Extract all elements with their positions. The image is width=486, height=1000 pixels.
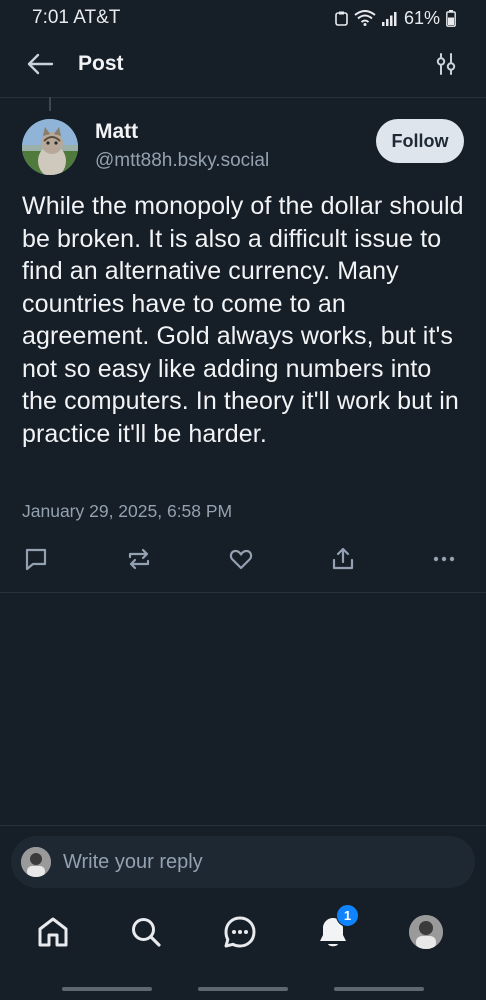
reply-composer[interactable]: Write your reply [11, 836, 475, 888]
gesture-bar-left [62, 987, 152, 991]
status-icons: 61% [335, 8, 456, 29]
post-header: Post [0, 36, 486, 92]
nav-profile[interactable] [406, 912, 446, 952]
home-icon [38, 917, 68, 947]
thread-settings-button[interactable] [428, 46, 464, 82]
cat-avatar-image [22, 119, 78, 175]
chat-icon [224, 916, 256, 948]
author-name[interactable]: Matt [95, 120, 138, 144]
thread-connector-line [49, 97, 51, 111]
nav-notifications[interactable]: 1 [313, 904, 359, 952]
share-button[interactable] [327, 543, 359, 575]
repost-icon [128, 548, 150, 570]
post-actions [0, 537, 486, 577]
user-avatar [21, 847, 51, 877]
notification-badge: 1 [336, 904, 359, 927]
follow-button[interactable]: Follow [376, 119, 464, 163]
author-avatar[interactable] [22, 119, 78, 175]
arrow-left-icon [27, 53, 54, 75]
author-handle[interactable]: @mtt88h.bsky.social [95, 150, 269, 172]
profile-avatar-image [409, 915, 443, 949]
more-icon [433, 556, 455, 562]
gesture-bar-center [198, 987, 288, 991]
status-time: 7:01 AT&T [32, 7, 121, 28]
post-divider [0, 592, 486, 593]
battery-icon [446, 9, 456, 27]
reply-placeholder[interactable]: Write your reply [63, 851, 203, 874]
nav-home[interactable] [33, 912, 73, 952]
notification-icon [335, 11, 348, 26]
status-bar: 7:01 AT&T 61% [0, 0, 486, 36]
reply-icon [25, 548, 47, 571]
profile-avatar [409, 915, 443, 949]
post: Matt @mtt88h.bsky.social Follow While th… [0, 112, 486, 571]
like-button[interactable] [225, 543, 257, 575]
reply-button[interactable] [20, 543, 52, 575]
user-avatar-image [21, 847, 51, 877]
back-button[interactable] [22, 46, 58, 82]
gesture-bar-right [334, 987, 424, 991]
header-divider [0, 97, 486, 98]
nav-chat[interactable] [220, 912, 260, 952]
signal-icon [381, 11, 397, 26]
share-icon [332, 547, 354, 570]
bottom-navigation: 1 [0, 896, 486, 970]
sliders-icon [436, 53, 456, 75]
nav-search[interactable] [126, 912, 166, 952]
wifi-icon [354, 10, 376, 26]
post-timestamp: January 29, 2025, 6:58 PM [22, 501, 233, 521]
post-text: While the monopoly of the dollar should … [22, 192, 464, 448]
battery-percent: 61% [403, 7, 440, 28]
like-icon [229, 549, 253, 570]
repost-button[interactable] [123, 543, 155, 575]
reply-bar-divider [0, 825, 486, 826]
page-title: Post [78, 52, 124, 75]
more-options-button[interactable] [428, 543, 460, 575]
author-row: Matt @mtt88h.bsky.social Follow [0, 112, 486, 184]
search-icon [132, 918, 161, 947]
